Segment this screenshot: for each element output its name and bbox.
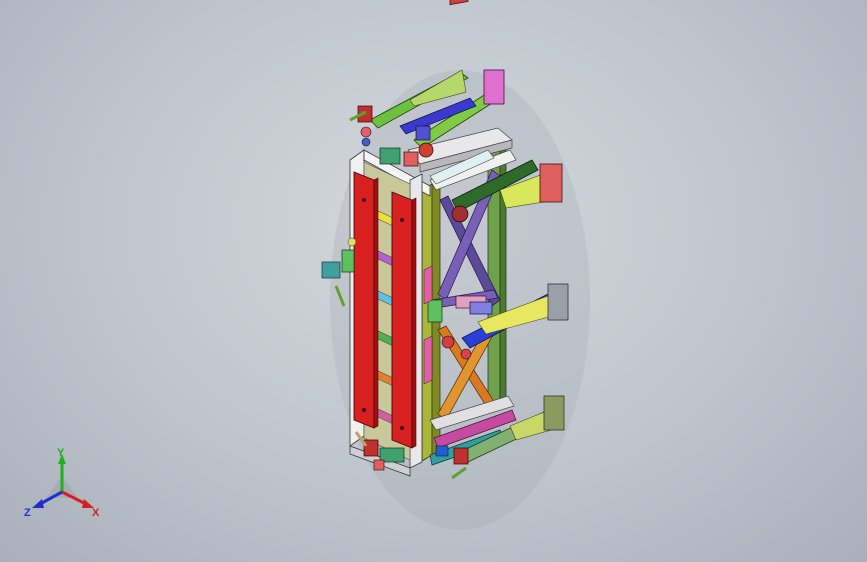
z-axis-label: Z: [24, 507, 31, 519]
cad-viewport[interactable]: Y X Z: [0, 0, 867, 562]
assembly-model[interactable]: [0, 0, 867, 562]
y-axis-label: Y: [57, 447, 65, 459]
view-triad[interactable]: Y X Z: [22, 446, 112, 526]
main-frame: [349, 149, 431, 477]
x-axis-label: X: [92, 507, 100, 519]
